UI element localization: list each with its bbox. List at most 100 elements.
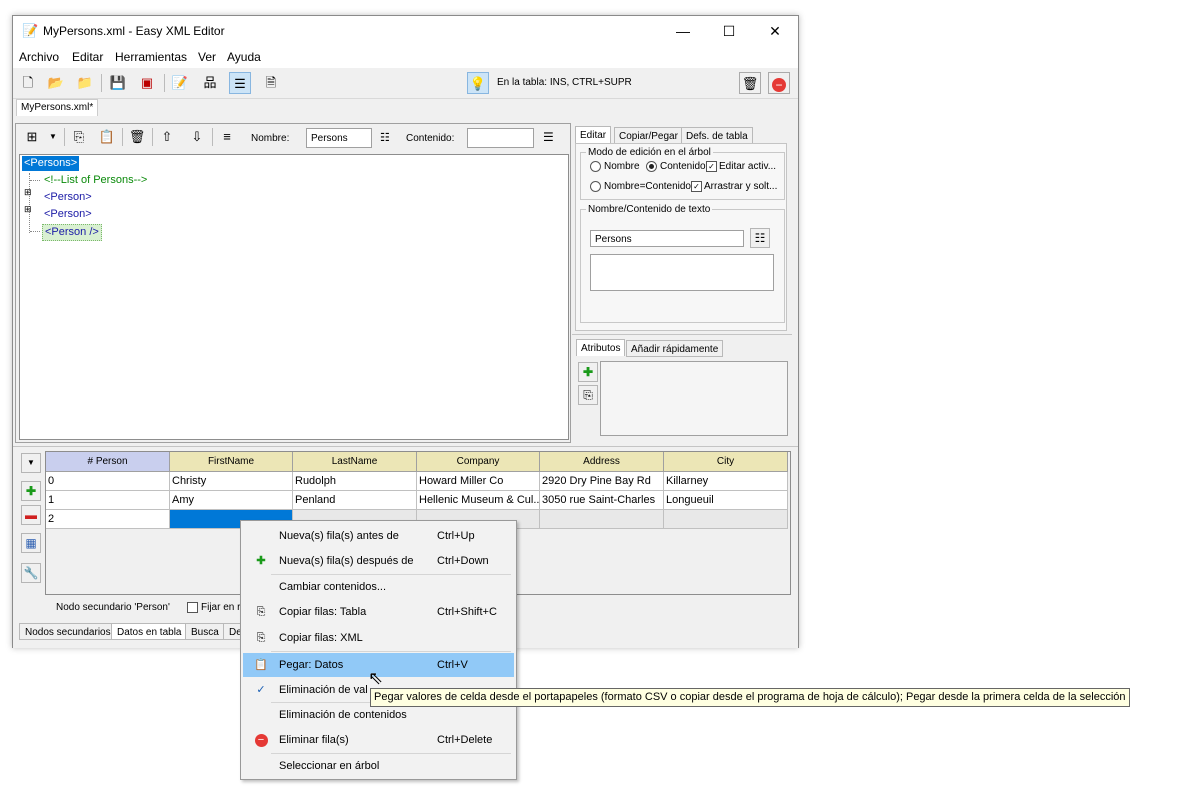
node-text-field[interactable]: Persons: [590, 230, 744, 247]
table-cell[interactable]: Longueuil: [664, 491, 788, 510]
menu-item-copy-rows-table[interactable]: ⎘ Copiar filas: Tabla Ctrl+Shift+C: [243, 600, 514, 624]
name-field[interactable]: Persons: [306, 128, 372, 148]
chevron-down-icon[interactable]: ▼: [21, 453, 41, 473]
menu-item-new-rows-after[interactable]: ✚ Nueva(s) fila(s) después de Ctrl+Down: [243, 549, 514, 573]
menu-item-copy-rows-xml[interactable]: ⎘ Copiar filas: XML: [243, 626, 514, 650]
tab-nodos-secundarios[interactable]: Nodos secundarios: [19, 623, 117, 640]
table-cell[interactable]: 1: [46, 491, 170, 510]
table-cell[interactable]: Rudolph: [293, 472, 417, 491]
attributes-list: [600, 361, 788, 436]
table-cell[interactable]: [540, 510, 664, 529]
save-all-icon[interactable]: ▣: [136, 72, 158, 94]
content-field[interactable]: [467, 128, 534, 148]
close-button[interactable]: ✕: [752, 16, 798, 46]
add-node-icon[interactable]: ⊞: [21, 126, 43, 148]
tree-node-persons[interactable]: <Persons>: [22, 156, 80, 171]
properties-panel: Editar Copiar/Pegar Defs. de tabla Modo …: [572, 123, 792, 331]
column-header-city[interactable]: City: [664, 452, 788, 472]
tab-copiar-pegar[interactable]: Copiar/Pegar: [614, 127, 683, 144]
table-cell[interactable]: 0: [46, 472, 170, 491]
open-recent-icon[interactable]: 📁: [74, 72, 96, 94]
menu-ayuda[interactable]: Ayuda: [227, 50, 261, 64]
menu-item-delete-rows[interactable]: − Eliminar fila(s) Ctrl+Delete: [243, 728, 514, 752]
move-down-icon[interactable]: ⇩: [186, 126, 208, 148]
table-cell[interactable]: Killarney: [664, 472, 788, 491]
stop-icon[interactable]: −: [768, 72, 790, 94]
column-header-lastname[interactable]: LastName: [293, 452, 417, 472]
table-cell[interactable]: Amy: [170, 491, 293, 510]
tree-view-icon[interactable]: ☰: [229, 72, 251, 94]
checkbox-arrastrar[interactable]: ✓: [691, 181, 702, 192]
table-cell[interactable]: 3050 rue Saint-Charles: [540, 491, 664, 510]
radio-contenido[interactable]: [646, 161, 657, 172]
tab-editar[interactable]: Editar: [575, 126, 612, 143]
text-view-icon[interactable]: 🗎: [260, 72, 282, 94]
trash-icon[interactable]: 🗑: [739, 72, 761, 94]
table-cell[interactable]: [664, 510, 788, 529]
wrench-icon[interactable]: 🔧: [21, 563, 41, 583]
menu-item-change-contents[interactable]: Cambiar contenidos...: [243, 575, 514, 599]
table-cell[interactable]: Hellenic Museum & Cul...: [417, 491, 540, 510]
node-text-area[interactable]: [590, 254, 774, 291]
table-icon[interactable]: ▦: [21, 533, 41, 553]
table-cell[interactable]: Christy: [170, 472, 293, 491]
tree-node-person[interactable]: <Person>: [42, 207, 94, 222]
column-header-person[interactable]: # Person: [46, 452, 170, 472]
add-attribute-icon[interactable]: ✚: [578, 362, 598, 382]
menu-herramientas[interactable]: Herramientas: [115, 50, 187, 64]
minimize-button[interactable]: —: [660, 16, 706, 46]
menu-archivo[interactable]: Archivo: [19, 50, 59, 64]
copy-attribute-icon[interactable]: ⎘: [578, 385, 598, 405]
attributes-panel: Atributos Añadir rápidamente ✚ ⎘: [572, 334, 792, 442]
table-cell[interactable]: 2920 Dry Pine Bay Rd: [540, 472, 664, 491]
paste-icon[interactable]: 📋: [96, 126, 118, 148]
align-icon[interactable]: ☰: [543, 130, 554, 144]
expand-icon[interactable]: ⊞: [24, 204, 32, 215]
toolbar-separator: [152, 128, 153, 146]
remove-row-icon[interactable]: ▬: [21, 505, 41, 525]
plus-icon: ✚: [256, 555, 266, 567]
list-icon[interactable]: ☷: [380, 131, 390, 144]
tab-datos-en-tabla[interactable]: Datos en tabla: [111, 623, 188, 640]
column-header-address[interactable]: Address: [540, 452, 664, 472]
move-up-icon[interactable]: ⇧: [156, 126, 178, 148]
tree-node-person[interactable]: <Person>: [42, 190, 94, 205]
delete-node-icon[interactable]: 🗑: [126, 126, 148, 148]
menu-item-select-in-tree[interactable]: Seleccionar en árbol: [243, 754, 514, 778]
lightbulb-icon[interactable]: 💡: [467, 72, 489, 94]
copy-icon[interactable]: ⎘: [68, 126, 90, 148]
radio-nombre-contenido-label: Nombre=Contenido: [604, 181, 691, 192]
menu-ver[interactable]: Ver: [198, 50, 216, 64]
tree-structure-icon[interactable]: 品: [199, 72, 221, 94]
table-cell[interactable]: Penland: [293, 491, 417, 510]
document-tab[interactable]: MyPersons.xml*: [16, 99, 99, 116]
edit-document-icon[interactable]: 📝: [169, 72, 191, 94]
list-icon[interactable]: ☷: [750, 228, 770, 248]
tree-node-comment[interactable]: <!--List of Persons-->: [42, 173, 149, 188]
radio-nombre[interactable]: [590, 161, 601, 172]
tab-anadir-rapidamente[interactable]: Añadir rápidamente: [626, 340, 724, 357]
table-cell[interactable]: 2: [46, 510, 170, 529]
fix-checkbox[interactable]: [187, 602, 198, 613]
open-folder-icon[interactable]: 📂: [45, 72, 67, 94]
column-header-firstname[interactable]: FirstName: [170, 452, 293, 472]
save-icon[interactable]: 💾: [107, 72, 129, 94]
tab-atributos[interactable]: Atributos: [576, 339, 626, 356]
new-file-icon[interactable]: 🗋: [17, 72, 39, 94]
toolbar-separator: [101, 74, 102, 92]
chevron-down-icon[interactable]: ▼: [49, 132, 57, 141]
radio-nombre-contenido[interactable]: [590, 181, 601, 192]
add-child-icon[interactable]: ≡: [216, 126, 238, 148]
tree-node-person-empty[interactable]: <Person />: [42, 224, 102, 241]
tab-defs-tabla[interactable]: Defs. de tabla: [681, 127, 753, 144]
checkbox-editar[interactable]: ✓: [706, 161, 717, 172]
expand-icon[interactable]: ⊞: [24, 187, 32, 198]
tab-busca[interactable]: Busca: [185, 623, 225, 640]
menu-item-new-rows-before[interactable]: Nueva(s) fila(s) antes de Ctrl+Up: [243, 524, 514, 548]
maximize-button[interactable]: ☐: [706, 16, 752, 46]
column-header-company[interactable]: Company: [417, 452, 540, 472]
menu-editar[interactable]: Editar: [72, 50, 103, 64]
name-label: Nombre:: [251, 133, 290, 144]
add-row-icon[interactable]: ✚: [21, 481, 41, 501]
table-cell[interactable]: Howard Miller Co: [417, 472, 540, 491]
